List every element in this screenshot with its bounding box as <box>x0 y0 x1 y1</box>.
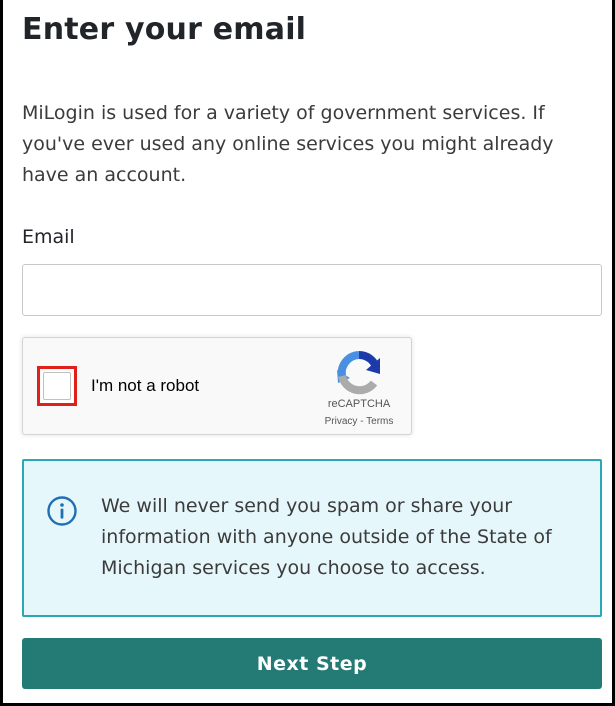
recaptcha-brand: reCAPTCHA <box>327 398 391 410</box>
recaptcha-widget: I'm not a robot reCAPTCHA Privacy - Term… <box>22 337 412 435</box>
page-frame: Enter your email MiLogin is used for a v… <box>0 0 615 706</box>
email-label: Email <box>22 226 75 248</box>
links-separator: - <box>360 416 364 427</box>
info-icon <box>47 496 77 526</box>
intro-text: MiLogin is used for a variety of governm… <box>22 102 554 186</box>
recaptcha-checkbox-box <box>43 372 71 400</box>
next-step-button[interactable]: Next Step <box>22 638 602 689</box>
page-title: Enter your email <box>22 12 307 47</box>
email-field[interactable] <box>22 264 602 316</box>
privacy-link[interactable]: Privacy <box>325 416 358 427</box>
recaptcha-checkbox[interactable] <box>37 366 77 406</box>
recaptcha-logo-icon <box>337 350 380 395</box>
notice-text: We will never send you spam or share you… <box>101 495 552 579</box>
terms-link[interactable]: Terms <box>366 416 393 427</box>
recaptcha-label: I'm not a robot <box>91 376 200 395</box>
recaptcha-links: Privacy - Terms <box>315 416 403 427</box>
info-notice: We will never send you spam or share you… <box>22 459 602 617</box>
